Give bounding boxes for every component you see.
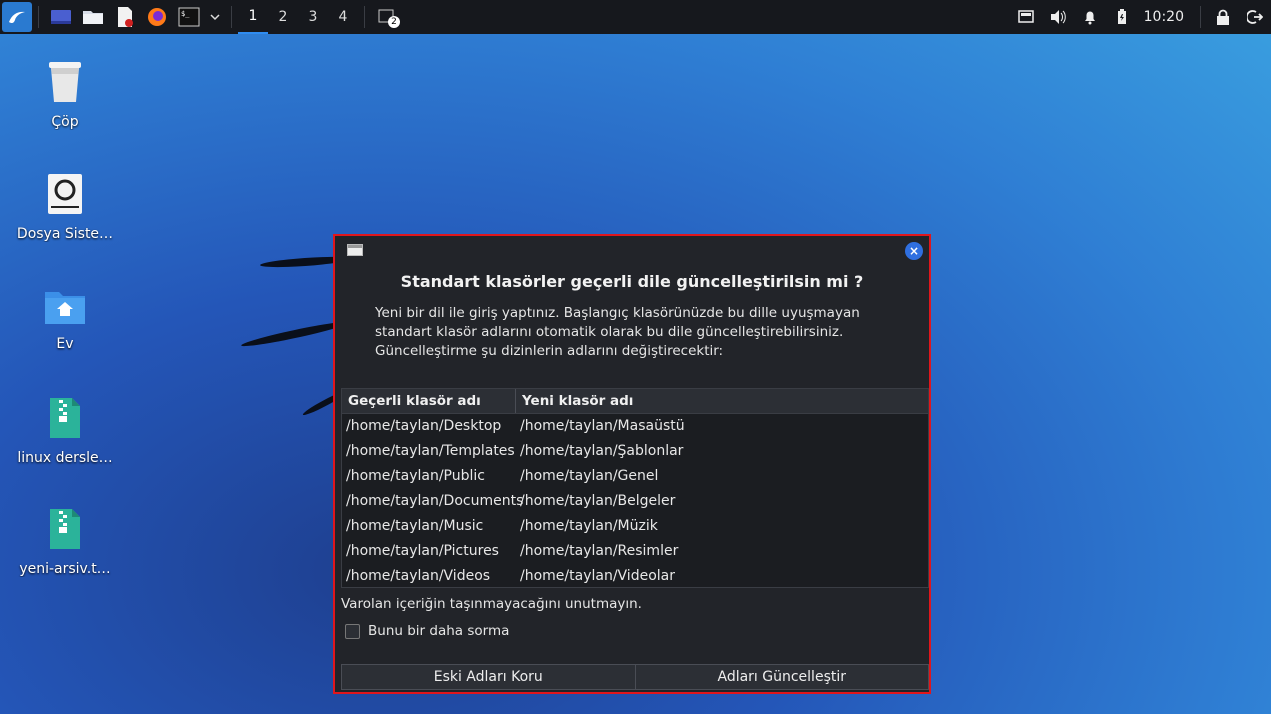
desktop-icon-trash[interactable]: Çöp	[10, 58, 120, 130]
table-row[interactable]: /home/taylan/Music/home/taylan/Müzik	[342, 514, 928, 539]
dont-ask-again-checkbox[interactable]: Bunu bir daha sorma	[345, 623, 509, 639]
table-cell: /home/taylan/Videos	[346, 568, 491, 584]
table-cell: /home/taylan/Music	[346, 518, 484, 534]
table-cell: /home/taylan/Videolar	[520, 568, 675, 584]
panel-separator	[38, 6, 39, 28]
table-cell: /home/taylan/Pictures	[346, 543, 499, 559]
home-folder-icon	[45, 292, 85, 324]
dialog-description: Yeni bir dil ile giriş yaptınız. Başlang…	[375, 305, 860, 359]
update-folders-dialog: × Standart klasörler geçerli dile güncel…	[333, 234, 931, 694]
text-editor-icon[interactable]	[112, 4, 138, 30]
desktop-icon-label: yeni-arsiv.t…	[19, 561, 111, 577]
table-cell: /home/taylan/Templates	[346, 443, 515, 459]
desktop-icon-label: Ev	[56, 336, 74, 352]
checkbox-box[interactable]	[345, 623, 360, 639]
table-cell: /home/taylan/Belgeler	[520, 493, 676, 509]
window-icon	[347, 244, 363, 256]
top-panel: $_ 1 2 3 4 2 10:20	[0, 0, 1271, 34]
logout-icon[interactable]	[1242, 0, 1268, 34]
system-tray: 10:20	[1010, 0, 1271, 34]
desktop-icon-archive-2[interactable]: yeni-arsiv.t…	[10, 507, 120, 577]
table-cell: /home/taylan/Şablonlar	[520, 443, 684, 459]
display-icon[interactable]	[1013, 0, 1039, 34]
table-cell: /home/taylan/Public	[346, 468, 485, 484]
desktop-icon-label: Çöp	[51, 114, 79, 130]
trash-icon	[49, 62, 81, 102]
panel-separator	[231, 6, 232, 28]
desktop-icon-label: Dosya Siste…	[16, 226, 114, 242]
volume-icon[interactable]	[1045, 0, 1071, 34]
table-cell: /home/taylan/Masaüstü	[520, 418, 685, 434]
table-row[interactable]: /home/taylan/Pictures/home/taylan/Resiml…	[342, 539, 928, 564]
table-header: Geçerli klasör adı Yeni klasör adı	[342, 389, 928, 414]
table-row[interactable]: /home/taylan/Templates/home/taylan/Şablo…	[342, 439, 928, 464]
keep-old-names-button[interactable]: Eski Adları Koru	[341, 664, 636, 690]
dialog-title: Standart klasörler geçerli dile güncelle…	[400, 272, 864, 291]
app-menu-button[interactable]	[2, 2, 32, 32]
checkbox-label: Bunu bir daha sorma	[368, 623, 510, 639]
column-header-new[interactable]: Yeni klasör adı	[516, 389, 633, 413]
kali-dragon-icon	[9, 11, 25, 24]
table-row[interactable]: /home/taylan/Public/home/taylan/Genel	[342, 464, 928, 489]
svg-text:$_: $_	[181, 10, 190, 18]
table-row[interactable]: /home/taylan/Videos/home/taylan/Videolar	[342, 564, 928, 589]
table-cell: /home/taylan/Documents	[346, 493, 524, 509]
terminal-icon[interactable]: $_	[176, 4, 202, 30]
panel-separator	[1200, 6, 1201, 28]
workspace-3[interactable]: 3	[298, 0, 328, 34]
table-cell: /home/taylan/Müzik	[520, 518, 658, 534]
drive-icon	[48, 174, 82, 214]
column-header-current[interactable]: Geçerli klasör adı	[342, 389, 516, 413]
table-cell: /home/taylan/Desktop	[346, 418, 502, 434]
workspace-2[interactable]: 2	[268, 0, 298, 34]
show-desktop-icon[interactable]	[48, 4, 74, 30]
window-list-button[interactable]: 2	[374, 4, 400, 30]
dialog-buttons: Eski Adları Koru Adları Güncelleştir	[341, 664, 929, 690]
desktop-icon-label: linux dersle…	[17, 450, 113, 466]
table-cell: /home/taylan/Resimler	[520, 543, 679, 559]
workspace-1[interactable]: 1	[238, 0, 268, 34]
chevron-down-icon[interactable]	[208, 4, 222, 30]
folder-rename-table[interactable]: Geçerli klasör adı Yeni klasör adı /home…	[341, 388, 929, 588]
desktop-icon-home[interactable]: Ev	[10, 286, 120, 352]
zip-archive-icon	[50, 398, 80, 438]
desktop-icon-filesystem[interactable]: Dosya Siste…	[10, 170, 120, 242]
workspace-4[interactable]: 4	[328, 0, 358, 34]
table-row[interactable]: /home/taylan/Desktop/home/taylan/Masaüst…	[342, 414, 928, 439]
desktop-icon-archive-1[interactable]: linux dersle…	[10, 396, 120, 466]
content-move-note: Varolan içeriğin taşınmayacağını unutmay…	[341, 596, 642, 612]
update-names-button[interactable]: Adları Güncelleştir	[635, 664, 929, 690]
file-manager-icon[interactable]	[80, 4, 106, 30]
lock-icon[interactable]	[1210, 0, 1236, 34]
zip-archive-icon	[50, 509, 80, 549]
panel-separator	[364, 6, 365, 28]
window-count-badge: 2	[388, 16, 400, 28]
firefox-icon[interactable]	[144, 4, 170, 30]
battery-icon[interactable]	[1109, 0, 1135, 34]
clock[interactable]: 10:20	[1144, 9, 1184, 25]
notification-bell-icon[interactable]	[1077, 0, 1103, 34]
table-row[interactable]: /home/taylan/Documents/home/taylan/Belge…	[342, 489, 928, 514]
close-icon[interactable]: ×	[905, 242, 923, 260]
table-cell: /home/taylan/Genel	[520, 468, 659, 484]
